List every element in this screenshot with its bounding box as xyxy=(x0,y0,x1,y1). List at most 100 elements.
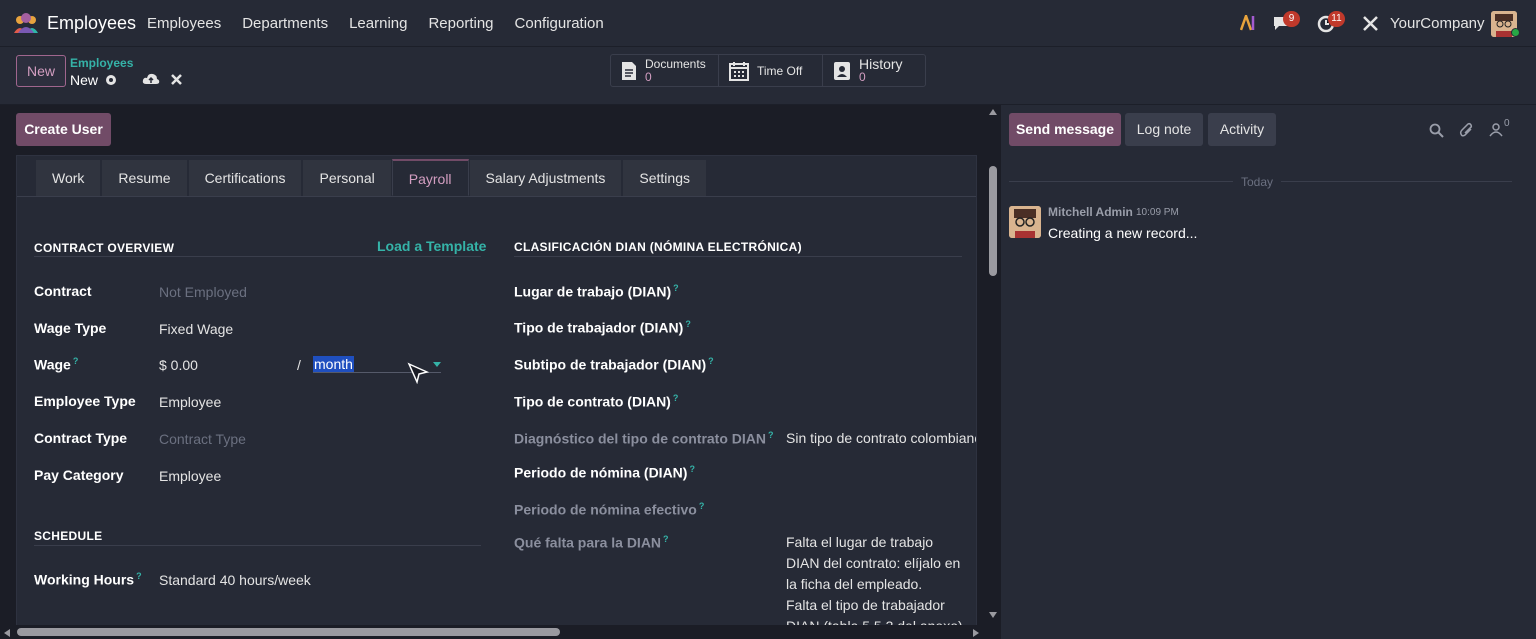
activity-button[interactable]: Activity xyxy=(1208,113,1276,146)
create-user-button[interactable]: Create User xyxy=(16,113,111,146)
form-view: Create User Work Resume Certifications P… xyxy=(0,105,985,639)
log-note-button[interactable]: Log note xyxy=(1125,113,1203,146)
top-navbar: Employees Employees Departments Learning… xyxy=(0,0,1536,47)
vertical-scroll-thumb[interactable] xyxy=(989,166,997,276)
send-message-button[interactable]: Send message xyxy=(1009,113,1121,146)
time-off-label: Time Off xyxy=(757,63,803,78)
main-menu: Employees Departments Learning Reporting… xyxy=(147,15,604,32)
new-button[interactable]: New xyxy=(16,55,66,87)
employees-app-icon[interactable] xyxy=(12,13,40,33)
dian-title: CLASIFICACIÓN DIAN (NÓMINA ELECTRÓNICA) xyxy=(514,240,802,254)
document-icon xyxy=(622,61,636,80)
contract-overview-title: CONTRACT OVERVIEW xyxy=(34,241,175,255)
load-template-link[interactable]: Load a Template xyxy=(377,238,486,254)
mouse-cursor-icon xyxy=(407,362,429,384)
tab-resume[interactable]: Resume xyxy=(101,159,188,196)
wage-label: Wage? xyxy=(34,356,79,373)
gear-icon[interactable] xyxy=(104,73,118,87)
diagnostico-value: Sin tipo de contrato colombiano xyxy=(786,430,977,446)
tab-salary-adjustments[interactable]: Salary Adjustments xyxy=(468,159,623,196)
save-cloud-icon[interactable] xyxy=(142,72,160,86)
calendar-icon xyxy=(729,61,749,81)
chatter-panel: Send message Log note Activity 0 Today M… xyxy=(1001,105,1536,639)
followers-icon[interactable] xyxy=(1489,122,1503,137)
search-icon[interactable] xyxy=(1429,123,1444,138)
tipo-trabajador-label: Tipo de trabajador (DIAN)? xyxy=(514,319,691,336)
message-author-avatar[interactable] xyxy=(1009,206,1041,238)
tab-payroll[interactable]: Payroll xyxy=(391,159,469,196)
scroll-left-icon[interactable] xyxy=(4,629,10,637)
message-time: 10:09 PM xyxy=(1136,207,1179,218)
section-divider xyxy=(34,256,481,257)
message-author[interactable]: Mitchell Admin xyxy=(1048,205,1133,219)
section-divider xyxy=(34,545,481,546)
lugar-trabajo-label: Lugar de trabajo (DIAN)? xyxy=(514,283,679,300)
notebook-tabs: Work Resume Certifications Personal Payr… xyxy=(35,159,707,196)
paperclip-icon[interactable] xyxy=(1459,122,1474,138)
contract-field[interactable]: Not Employed xyxy=(159,284,247,300)
company-switcher[interactable]: YourCompany xyxy=(1390,15,1485,32)
subtipo-trabajador-label: Subtipo de trabajador (DIAN)? xyxy=(514,356,714,373)
form-sheet: Work Resume Certifications Personal Payr… xyxy=(16,155,977,639)
periodo-nomina-label: Periodo de nómina (DIAN)? xyxy=(514,464,695,481)
wage-separator: / xyxy=(297,357,301,373)
tipo-contrato-label: Tipo de contrato (DIAN)? xyxy=(514,393,679,410)
messages-badge: 9 xyxy=(1283,11,1300,27)
ai-icon[interactable] xyxy=(1240,15,1258,31)
tab-certifications[interactable]: Certifications xyxy=(187,159,303,196)
activities-button[interactable]: 11 xyxy=(1317,11,1345,38)
control-panel: New Employees New Documents 0 Time Off Hi… xyxy=(0,47,1536,105)
tab-work[interactable]: Work xyxy=(35,159,102,196)
documents-count: 0 xyxy=(645,70,652,84)
contract-type-field[interactable]: Contract Type xyxy=(159,431,246,447)
pay-category-field[interactable]: Employee xyxy=(159,468,221,484)
history-count: 0 xyxy=(859,70,866,84)
working-hours-field[interactable]: Standard 40 hours/week xyxy=(159,572,311,588)
discard-icon[interactable] xyxy=(171,74,182,85)
scroll-up-icon[interactable] xyxy=(989,109,997,115)
menu-configuration[interactable]: Configuration xyxy=(515,15,604,32)
breadcrumb-parent[interactable]: Employees xyxy=(70,56,133,70)
followers-count: 0 xyxy=(1504,118,1510,129)
wage-type-label: Wage Type xyxy=(34,320,107,336)
message-body: Creating a new record... xyxy=(1048,225,1198,241)
tabs-divider xyxy=(17,196,976,197)
employee-type-field[interactable]: Employee xyxy=(159,394,221,410)
diagnostico-label: Diagnóstico del tipo de contrato DIAN? xyxy=(514,430,774,447)
contract-type-label: Contract Type xyxy=(34,430,128,446)
scroll-right-icon[interactable] xyxy=(973,629,979,637)
contract-label: Contract xyxy=(34,283,92,299)
app-name[interactable]: Employees xyxy=(47,13,136,34)
online-status-dot xyxy=(1511,28,1520,37)
scroll-down-icon[interactable] xyxy=(989,612,997,618)
smart-buttons: Documents 0 Time Off History 0 xyxy=(610,54,926,87)
schedule-title: SCHEDULE xyxy=(34,529,103,543)
author-avatar-icon xyxy=(1009,206,1041,238)
working-hours-label: Working Hours? xyxy=(34,571,142,588)
que-falta-value: Falta el lugar de trabajo DIAN del contr… xyxy=(786,534,967,634)
breadcrumb-current: New xyxy=(70,72,99,88)
history-smart-button[interactable]: History 0 xyxy=(823,55,925,86)
menu-learning[interactable]: Learning xyxy=(349,15,407,32)
menu-departments[interactable]: Departments xyxy=(242,15,328,32)
settings-tools-icon[interactable] xyxy=(1362,15,1379,32)
tab-personal[interactable]: Personal xyxy=(302,159,392,196)
activities-badge: 11 xyxy=(1328,11,1345,27)
documents-smart-button[interactable]: Documents 0 xyxy=(611,55,719,86)
wage-type-field[interactable]: Fixed Wage xyxy=(159,321,233,337)
wage-period-value: month xyxy=(313,356,354,372)
horizontal-scroll-thumb[interactable] xyxy=(17,628,560,636)
today-label: Today xyxy=(1233,175,1282,189)
pay-category-label: Pay Category xyxy=(34,467,124,483)
time-off-smart-button[interactable]: Time Off xyxy=(719,55,823,86)
messages-button[interactable]: 9 xyxy=(1272,11,1300,37)
menu-reporting[interactable]: Reporting xyxy=(428,15,493,32)
tab-settings[interactable]: Settings xyxy=(622,159,707,196)
menu-employees[interactable]: Employees xyxy=(147,15,221,32)
wage-field[interactable]: $ 0.00 xyxy=(159,357,198,373)
section-divider xyxy=(514,256,962,257)
que-falta-label: Qué falta para la DIAN? xyxy=(514,534,669,551)
employee-type-label: Employee Type xyxy=(34,393,136,409)
periodo-efectivo-label: Periodo de nómina efectivo? xyxy=(514,501,705,518)
documents-label: Documents xyxy=(645,57,706,71)
